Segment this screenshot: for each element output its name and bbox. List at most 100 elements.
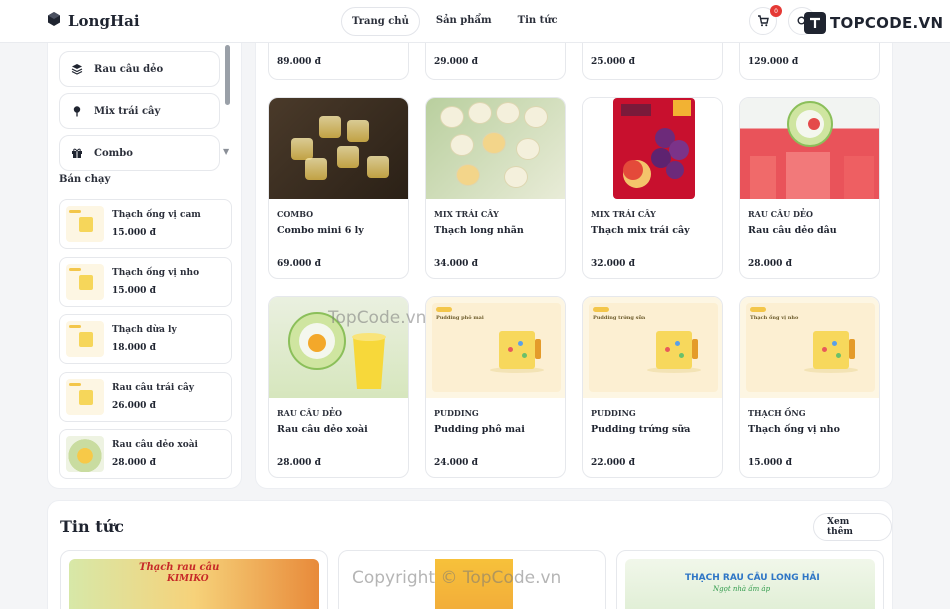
best-seller-price: 15.000 đ — [112, 228, 156, 238]
sidebar: Rau câu dẻo Mix trái cây Combo ▼ Bán chạ… — [47, 0, 242, 489]
best-seller-price: 26.000 đ — [112, 400, 156, 411]
product-category: RAU CÂU DẺO — [277, 408, 342, 418]
product-price: 32.000 đ — [591, 259, 635, 269]
best-seller-name: Thạch ống vị nho — [112, 267, 200, 278]
product-card[interactable]: MIX TRÁI CÂY Thạch mix trái cây 32.000 đ — [582, 97, 723, 279]
cube-icon — [46, 11, 62, 31]
best-seller-thumb — [66, 436, 104, 472]
product-card[interactable]: MIX TRÁI CÂY Thạch long nhãn 34.000 đ — [425, 97, 566, 279]
product-grid: COMBO Combo mini 6 ly 69.000 đ MIX TRÁI … — [268, 97, 880, 478]
news-banner-subtitle: KIMIKO — [167, 574, 209, 584]
product-price: 25.000 đ — [591, 57, 635, 67]
product-price: 24.000 đ — [434, 458, 478, 468]
product-image — [740, 98, 879, 199]
scroll-down-icon[interactable]: ▼ — [223, 147, 229, 156]
best-seller-thumb — [66, 206, 104, 242]
product-price: 34.000 đ — [434, 259, 478, 269]
best-seller-thumb — [66, 263, 104, 300]
category-label: Combo — [94, 147, 133, 159]
product-price: 28.000 đ — [748, 259, 792, 269]
best-seller-item[interactable]: Thạch ống vị nho 15.000 đ — [59, 256, 232, 307]
news-title: Tin tức — [60, 517, 124, 536]
gift-icon — [70, 146, 84, 160]
news-section: Tin tức Xem thêm Thạch rau câu KIMIKO TH… — [47, 500, 893, 609]
nav-news[interactable]: Tin tức — [508, 7, 568, 36]
best-seller-item[interactable]: Rau câu dẻo xoài 28.000 đ — [59, 429, 232, 479]
best-sellers-title: Bán chạy — [59, 174, 111, 185]
product-card[interactable]: Thạch ống vị nho THẠCH ỐNG Thạch ống vị … — [739, 296, 880, 478]
cart-icon — [757, 12, 769, 31]
product-price: 22.000 đ — [591, 458, 635, 468]
product-name: Rau câu dẻo xoài — [277, 424, 368, 435]
product-price: 29.000 đ — [434, 57, 478, 67]
product-card[interactable]: Pudding phô mai PUDDING Pudding phô mai … — [425, 296, 566, 478]
product-image: Pudding trứng sữa — [583, 297, 722, 398]
brand-mark-icon — [804, 12, 826, 34]
product-image — [426, 98, 565, 199]
product-card[interactable]: COMBO Combo mini 6 ly 69.000 đ — [268, 97, 409, 279]
product-image — [269, 98, 408, 199]
logo-name: LongHai — [68, 12, 140, 30]
main-nav: Trang chủ Sản phẩm Tin tức — [341, 7, 568, 36]
product-image — [269, 297, 408, 398]
thumb-label: Pudding phô mai — [436, 315, 484, 321]
product-category: MIX TRÁI CÂY — [434, 209, 499, 219]
best-seller-name: Thạch ống vị cam — [112, 210, 201, 220]
news-banner-subtitle: Ngọt nhà ấm áp — [713, 585, 771, 593]
product-price: 69.000 đ — [277, 259, 321, 269]
best-seller-thumb — [66, 378, 104, 415]
header: LongHai Trang chủ Sản phẩm Tin tức 0 TOP… — [0, 0, 950, 43]
brand-watermark: TOPCODE.VN — [804, 12, 943, 34]
category-item[interactable]: Combo — [59, 135, 220, 171]
nav-products[interactable]: Sản phẩm — [426, 7, 502, 36]
best-seller-price: 28.000 đ — [112, 458, 156, 468]
best-seller-name: Rau câu trái cây — [112, 382, 195, 393]
category-label: Rau câu dẻo — [94, 63, 164, 75]
category-item[interactable]: Mix trái cây — [59, 93, 220, 129]
news-card[interactable]: THẠCH RAU CÂU LONG HẢI Ngọt nhà ấm áp — [616, 550, 884, 609]
see-more-button[interactable]: Xem thêm — [813, 513, 892, 541]
logo[interactable]: LongHai — [46, 11, 140, 31]
product-panel: 89.000 đ 29.000 đ 25.000 đ 129.000 đ COM… — [255, 0, 893, 489]
news-card[interactable] — [338, 550, 606, 609]
category-item[interactable]: Rau câu dẻo — [59, 51, 220, 87]
product-card[interactable]: RAU CÂU DẺO Rau câu dẻo dâu 28.000 đ — [739, 97, 880, 279]
category-list: Rau câu dẻo Mix trái cây Combo — [59, 51, 220, 177]
best-seller-name: Rau câu dẻo xoài — [112, 440, 198, 450]
brand-text: TOPCODE.VN — [830, 14, 944, 32]
best-seller-thumb — [66, 321, 104, 357]
product-card[interactable]: RAU CÂU DẺO Rau câu dẻo xoài 28.000 đ — [268, 296, 409, 478]
cart-button[interactable]: 0 — [749, 5, 782, 35]
product-name: Rau câu dẻo dâu — [748, 225, 837, 236]
product-image: Thạch ống vị nho — [740, 297, 879, 398]
category-label: Mix trái cây — [94, 105, 161, 117]
category-scrollbar[interactable] — [225, 45, 230, 105]
best-seller-price: 18.000 đ — [112, 343, 156, 353]
product-price: 15.000 đ — [748, 458, 792, 468]
product-category: COMBO — [277, 209, 314, 219]
product-card[interactable]: Pudding trứng sữa PUDDING Pudding trứng … — [582, 296, 723, 478]
product-name: Thạch ống vị nho — [748, 424, 840, 435]
product-image: Pudding phô mai — [426, 297, 565, 398]
news-list: Thạch rau câu KIMIKO THẠCH RAU CÂU LONG … — [60, 550, 884, 609]
best-seller-item[interactable]: Thạch dừa ly 18.000 đ — [59, 314, 232, 364]
product-price: 89.000 đ — [277, 57, 321, 67]
best-seller-price: 15.000 đ — [112, 285, 156, 296]
news-banner-title: Thạch rau câu — [139, 562, 220, 573]
product-image — [583, 98, 722, 199]
nav-home[interactable]: Trang chủ — [341, 7, 420, 36]
product-category: PUDDING — [591, 408, 636, 418]
thumb-label: Thạch ống vị nho — [750, 315, 799, 321]
product-price: 129.000 đ — [748, 57, 799, 67]
news-card[interactable]: Thạch rau câu KIMIKO — [60, 550, 328, 609]
product-name: Thạch mix trái cây — [591, 225, 690, 236]
best-seller-item[interactable]: Thạch ống vị cam 15.000 đ — [59, 199, 232, 249]
news-image: THẠCH RAU CÂU LONG HẢI Ngọt nhà ấm áp — [625, 559, 875, 609]
best-seller-item[interactable]: Rau câu trái cây 26.000 đ — [59, 371, 232, 422]
layers-icon — [70, 62, 84, 76]
product-name: Pudding phô mai — [434, 424, 525, 435]
product-name: Combo mini 6 ly — [277, 225, 364, 236]
pin-icon — [70, 104, 84, 118]
product-category: THẠCH ỐNG — [748, 408, 806, 418]
product-name: Thạch long nhãn — [434, 225, 524, 236]
